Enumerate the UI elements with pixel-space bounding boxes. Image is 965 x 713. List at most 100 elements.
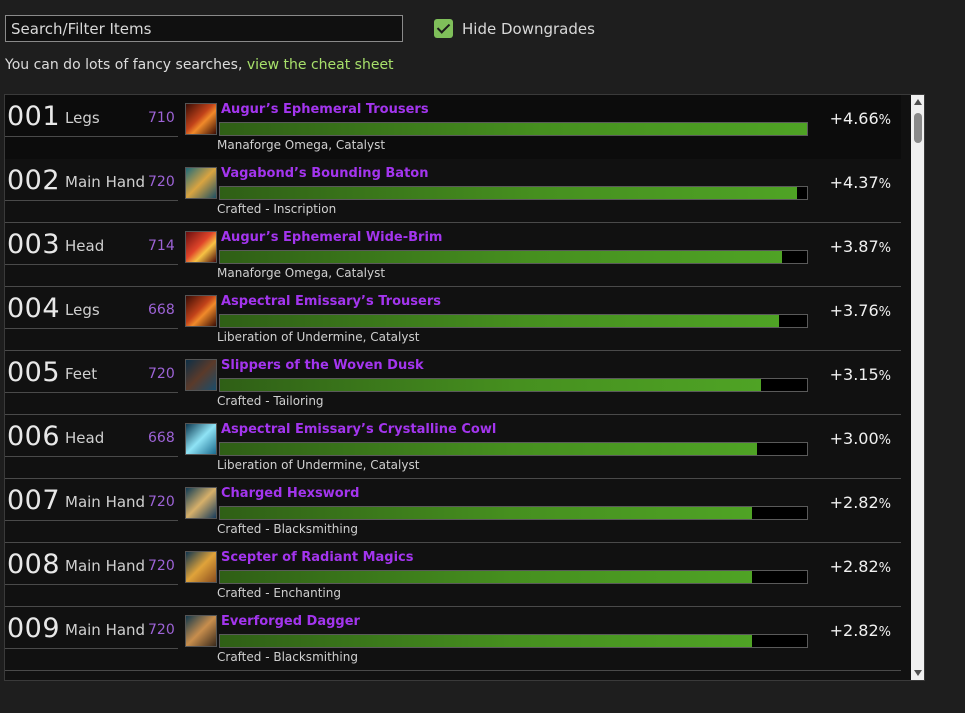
percent-sign: % — [878, 369, 891, 384]
trousers-icon[interactable] — [185, 295, 217, 327]
slot-divider — [5, 392, 178, 393]
rank-number: 002 — [7, 165, 61, 196]
item-list[interactable]: 001 Legs 710 Augur’s Ephemeral Trousers Mana… — [4, 94, 925, 681]
cowl-icon[interactable] — [185, 423, 217, 455]
dagger-icon[interactable] — [185, 615, 217, 647]
checkbox-checked-icon[interactable] — [434, 19, 453, 38]
rank-number: 007 — [7, 485, 61, 516]
slot-label: Main Hand — [65, 173, 146, 191]
rank-number: 009 — [7, 613, 61, 644]
item-source: Manaforge Omega, Catalyst — [217, 138, 386, 152]
item-source: Crafted - Inscription — [217, 202, 337, 216]
upgrade-percent: +4.66% — [830, 109, 891, 128]
upgrade-percent-value: +3.76 — [829, 301, 879, 320]
upgrade-bar-fill — [220, 379, 762, 391]
item-row[interactable]: 009 Main Hand 720 Everforged Dagger Crafted … — [5, 607, 901, 671]
slot-label: Head — [65, 237, 105, 255]
slot-divider — [5, 264, 178, 265]
item-row[interactable]: 006 Head 668 Aspectral Emissary’s Crystalli… — [5, 415, 901, 479]
item-name-link[interactable]: Slippers of the Woven Dusk — [221, 358, 424, 373]
upgrade-bar — [219, 314, 808, 328]
upgrade-percent-value: +2.82 — [829, 493, 879, 512]
scroll-up-arrow-icon[interactable] — [914, 99, 922, 105]
item-row[interactable]: 008 Main Hand 720 Scepter of Radiant Magics… — [5, 543, 901, 607]
upgrade-bar — [219, 378, 808, 392]
item-level: 720 — [148, 366, 175, 382]
item-name-link[interactable]: Augur’s Ephemeral Trousers — [221, 102, 429, 117]
percent-sign: % — [878, 433, 891, 448]
search-hint: You can do lots of fancy searches, view … — [5, 57, 394, 73]
slot-label: Legs — [65, 109, 100, 127]
upgrade-percent-value: +2.82 — [829, 557, 879, 576]
item-row[interactable]: 004 Legs 668 Aspectral Emissary’s Trousers L… — [5, 287, 901, 351]
upgrade-bar — [219, 442, 808, 456]
hat-icon[interactable] — [185, 231, 217, 263]
upgrade-percent: +3.87% — [830, 237, 891, 256]
slippers-icon[interactable] — [185, 359, 217, 391]
upgrade-bar — [219, 506, 808, 520]
search-hint-text: You can do lots of fancy searches, — [5, 57, 247, 73]
scepter-icon[interactable] — [185, 551, 217, 583]
rank-number: 005 — [7, 357, 61, 388]
slot-divider — [5, 520, 178, 521]
item-row[interactable]: 001 Legs 710 Augur’s Ephemeral Trousers Mana… — [5, 95, 901, 159]
upgrade-percent: +4.37% — [830, 173, 891, 192]
percent-sign: % — [878, 241, 891, 256]
upgrade-bar — [219, 186, 808, 200]
upgrade-bar-fill — [220, 443, 758, 455]
baton-icon[interactable] — [185, 167, 217, 199]
item-name-link[interactable]: Everforged Dagger — [221, 614, 360, 629]
item-row[interactable]: 007 Main Hand 720 Charged Hexsword Crafted -… — [5, 479, 901, 543]
trousers-icon[interactable] — [185, 103, 217, 135]
cheat-sheet-link[interactable]: view the cheat sheet — [247, 57, 394, 73]
item-level: 720 — [148, 174, 175, 190]
item-name-link[interactable]: Augur’s Ephemeral Wide-Brim — [221, 230, 442, 245]
upgrade-bar — [219, 250, 808, 264]
item-level: 668 — [148, 302, 175, 318]
scrollbar[interactable] — [911, 95, 924, 680]
slot-divider — [5, 456, 178, 457]
upgrade-bar-fill — [220, 507, 753, 519]
percent-sign: % — [878, 177, 891, 192]
rank-number: 001 — [7, 101, 61, 132]
slot-divider — [5, 200, 178, 201]
slot-label: Feet — [65, 365, 98, 383]
slot-divider — [5, 648, 178, 649]
item-name-link[interactable]: Scepter of Radiant Magics — [221, 550, 414, 565]
item-level: 720 — [148, 494, 175, 510]
rank-number: 008 — [7, 549, 61, 580]
rank-number: 006 — [7, 421, 61, 452]
upgrade-percent-value: +4.66 — [829, 109, 879, 128]
upgrade-percent-value: +4.37 — [829, 173, 879, 192]
upgrade-bar — [219, 570, 808, 584]
upgrade-percent-value: +3.00 — [829, 429, 879, 448]
item-source: Crafted - Enchanting — [217, 586, 341, 600]
upgrade-percent-value: +2.82 — [829, 621, 879, 640]
item-row[interactable]: 003 Head 714 Augur’s Ephemeral Wide-Brim Man… — [5, 223, 901, 287]
slot-label: Main Hand — [65, 493, 146, 511]
sword-icon[interactable] — [185, 487, 217, 519]
search-input[interactable] — [5, 15, 403, 42]
upgrade-percent: +2.82% — [830, 493, 891, 512]
percent-sign: % — [878, 625, 891, 640]
item-level: 720 — [148, 558, 175, 574]
item-name-link[interactable]: Charged Hexsword — [221, 486, 359, 501]
item-row[interactable]: 002 Main Hand 720 Vagabond’s Bounding Baton… — [5, 159, 901, 223]
upgrade-bar — [219, 634, 808, 648]
item-name-link[interactable]: Aspectral Emissary’s Trousers — [221, 294, 441, 309]
item-name-link[interactable]: Vagabond’s Bounding Baton — [221, 166, 428, 181]
item-name-link[interactable]: Aspectral Emissary’s Crystalline Cowl — [221, 422, 496, 437]
item-source: Manaforge Omega, Catalyst — [217, 266, 386, 280]
upgrade-bar-fill — [220, 635, 753, 647]
hide-downgrades-toggle[interactable]: Hide Downgrades — [434, 19, 595, 38]
item-source: Liberation of Undermine, Catalyst — [217, 458, 420, 472]
item-source: Liberation of Undermine, Catalyst — [217, 330, 420, 344]
upgrade-bar-fill — [220, 251, 782, 263]
item-level: 720 — [148, 622, 175, 638]
scrollbar-thumb[interactable] — [914, 113, 922, 143]
percent-sign: % — [878, 113, 891, 128]
item-level: 668 — [148, 430, 175, 446]
item-row[interactable]: 005 Feet 720 Slippers of the Woven Dusk Craf… — [5, 351, 901, 415]
scroll-down-arrow-icon[interactable] — [914, 670, 922, 676]
upgrade-percent: +2.82% — [830, 557, 891, 576]
